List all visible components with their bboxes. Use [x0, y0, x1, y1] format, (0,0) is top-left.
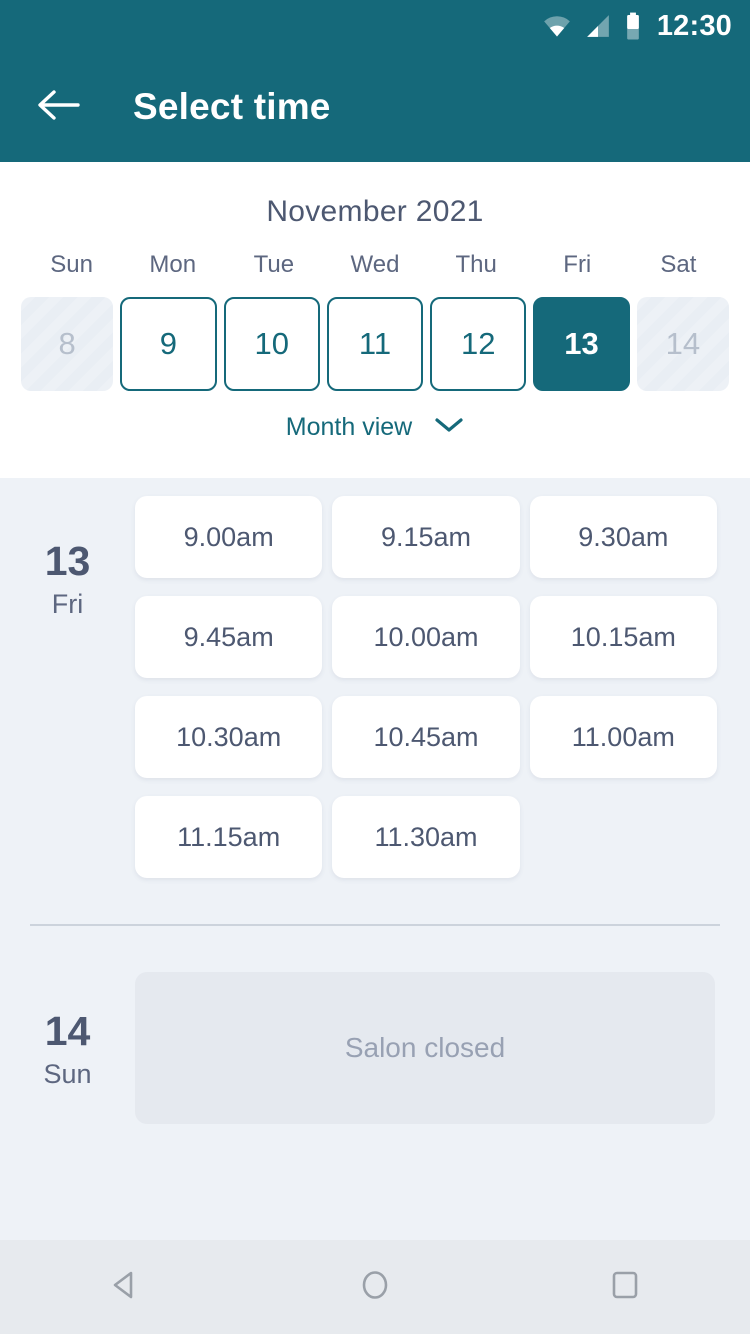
- app-bar: Select time: [0, 52, 750, 162]
- calendar-month-title: November 2021: [266, 195, 484, 228]
- time-slot[interactable]: 10.45am: [332, 696, 520, 778]
- calendar-day-8: 8: [21, 297, 114, 391]
- android-nav-bar: [0, 1240, 750, 1334]
- calendar-day-9[interactable]: 9: [120, 297, 217, 391]
- calendar-day-11[interactable]: 11: [326, 297, 424, 391]
- calendar-day-13-selected[interactable]: 13: [533, 297, 630, 391]
- nav-back-button[interactable]: [80, 1242, 170, 1332]
- screen-root: 12:30 Select time November 2021 Sun Mon …: [0, 0, 750, 1334]
- calendar-weekday-header: Sun Mon Tue Wed Thu Fri Sat: [0, 251, 750, 279]
- day-weekday: Sun: [43, 1059, 92, 1090]
- battery-icon: [625, 12, 641, 40]
- weekday-label: Wed: [350, 251, 400, 278]
- schedule-area: 13 Fri 9.00am 9.15am 9.30am 9.45am 10.00…: [0, 478, 750, 1240]
- chevron-down-icon: [434, 416, 464, 439]
- weekday-label: Sat: [660, 251, 697, 278]
- day-number: 14: [44, 1008, 91, 1054]
- month-view-toggle[interactable]: Month view: [0, 413, 750, 442]
- status-bar: 12:30: [0, 0, 750, 52]
- back-button[interactable]: [28, 77, 88, 137]
- weekday-label: Sun: [50, 251, 93, 278]
- wifi-icon: [543, 12, 571, 40]
- time-slot[interactable]: 9.00am: [135, 496, 323, 578]
- weekday-label: Fri: [563, 251, 592, 278]
- day-label-13: 13 Fri: [0, 478, 135, 878]
- salon-closed-banner: Salon closed: [135, 972, 715, 1124]
- calendar-week-row: 8 9 10 11 12 13 14: [0, 297, 750, 391]
- time-slot[interactable]: 9.30am: [529, 496, 717, 578]
- time-slot[interactable]: 10.00am: [332, 596, 520, 678]
- calendar-day-10[interactable]: 10: [223, 297, 320, 391]
- section-divider: [30, 924, 720, 926]
- day-weekday: Fri: [51, 589, 84, 620]
- nav-home-button[interactable]: [330, 1242, 420, 1332]
- time-slot[interactable]: 11.15am: [135, 796, 323, 878]
- weekday-label: Tue: [253, 251, 295, 278]
- nav-back-icon: [105, 1265, 145, 1310]
- calendar-panel: November 2021 Sun Mon Tue Wed Thu Fri Sa…: [0, 162, 750, 478]
- back-arrow-icon: [36, 88, 80, 127]
- calendar-day-14: 14: [636, 297, 729, 391]
- cellular-signal-icon: [585, 13, 611, 39]
- time-slot[interactable]: 9.45am: [135, 596, 323, 678]
- nav-recents-icon: [605, 1265, 645, 1310]
- day-label-14: 14 Sun: [0, 972, 135, 1124]
- day-group-14: 14 Sun Salon closed: [0, 972, 750, 1124]
- calendar-day-12[interactable]: 12: [430, 297, 527, 391]
- nav-home-icon: [355, 1265, 395, 1310]
- time-slot-grid: 9.00am 9.15am 9.30am 9.45am 10.00am 10.1…: [135, 478, 750, 878]
- time-slot[interactable]: 11.00am: [529, 696, 717, 778]
- day-group-13: 13 Fri 9.00am 9.15am 9.30am 9.45am 10.00…: [0, 478, 750, 878]
- weekday-label: Mon: [149, 251, 197, 278]
- time-slot[interactable]: 10.15am: [529, 596, 717, 678]
- page-title: Select time: [133, 86, 331, 127]
- time-slot[interactable]: 9.15am: [332, 496, 520, 578]
- status-clock: 12:30: [656, 9, 732, 42]
- day-number: 13: [44, 538, 91, 584]
- time-slot[interactable]: 10.30am: [135, 696, 323, 778]
- nav-recents-button[interactable]: [580, 1242, 670, 1332]
- month-view-label: Month view: [285, 413, 413, 441]
- time-slot[interactable]: 11.30am: [332, 796, 520, 878]
- weekday-label: Thu: [455, 251, 497, 278]
